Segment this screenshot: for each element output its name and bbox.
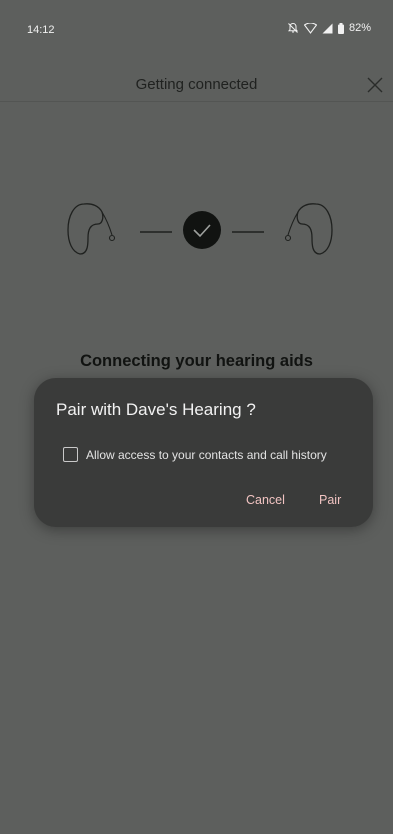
signal-icon bbox=[322, 23, 333, 34]
status-bar: 14:12 82% bbox=[0, 0, 393, 56]
header: Getting connected bbox=[0, 66, 393, 102]
contacts-access-label: Allow access to your contacts and call h… bbox=[86, 447, 327, 462]
right-hearing-aid-icon bbox=[284, 203, 333, 255]
connection-illustration bbox=[60, 194, 340, 264]
notifications-off-icon bbox=[287, 22, 299, 34]
contacts-access-option[interactable]: Allow access to your contacts and call h… bbox=[63, 447, 327, 462]
page-title: Getting connected bbox=[135, 76, 258, 93]
pairing-dialog: Pair with Dave's Hearing ? Allow access … bbox=[34, 378, 373, 527]
cancel-button[interactable]: Cancel bbox=[246, 493, 285, 507]
pair-button[interactable]: Pair bbox=[319, 493, 341, 507]
battery-percentage: 82% bbox=[348, 22, 371, 34]
status-icons: 82% bbox=[287, 22, 371, 34]
close-button[interactable] bbox=[364, 74, 386, 96]
left-hearing-aid-icon bbox=[67, 203, 116, 255]
close-icon bbox=[367, 77, 383, 93]
status-time: 14:12 bbox=[27, 24, 55, 36]
connecting-title: Connecting your hearing aids bbox=[80, 352, 313, 370]
battery-icon bbox=[337, 22, 344, 34]
connected-check-icon bbox=[183, 211, 221, 249]
contacts-access-checkbox[interactable] bbox=[63, 447, 78, 462]
dialog-title: Pair with Dave's Hearing ? bbox=[56, 400, 256, 419]
wifi-icon bbox=[303, 22, 317, 34]
